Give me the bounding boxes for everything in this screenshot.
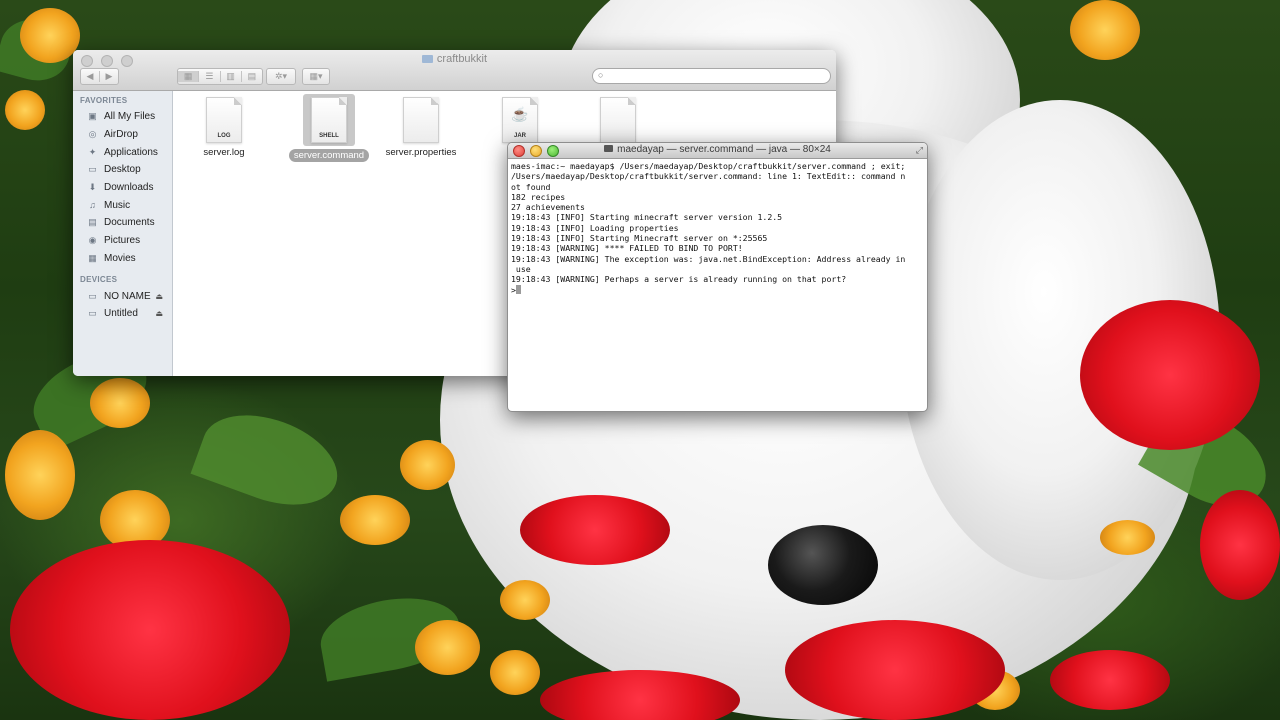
text-cursor (515, 284, 521, 294)
folder-icon (421, 55, 433, 63)
sidebar-item-desktop[interactable]: ▭ Desktop (73, 161, 172, 179)
wallpaper-flower (400, 440, 455, 490)
documents-icon: ▤ (88, 217, 97, 228)
back-forward-buttons[interactable]: ◀ ▶ (80, 68, 119, 85)
window-title: craftbukkit (73, 53, 836, 65)
icon-view-icon[interactable]: ▦ (178, 71, 200, 82)
wallpaper-flower (1100, 520, 1155, 555)
sidebar-item-airdrop[interactable]: ◎ AirDrop (73, 126, 172, 144)
wallpaper-flower (5, 90, 45, 130)
terminal-line: maes-imac:~ maedayap$ /Users/maedayap/De… (511, 161, 906, 171)
terminal-line: 182 recipes (511, 191, 566, 202)
sidebar-item-documents[interactable]: ▤ Documents (73, 214, 172, 232)
sidebar-section-devices: DEVICES (80, 275, 118, 285)
file-item[interactable]: LOG server.log (179, 97, 269, 158)
window-title: maedayap — server.command — java — 80×24 (508, 144, 927, 155)
terminal-prompt-line[interactable]: > (511, 284, 924, 295)
wallpaper-flower (10, 540, 290, 720)
wallpaper-flower (20, 8, 80, 63)
jar-file-icon: ☕ JAR (502, 97, 538, 143)
wallpaper-flower (1070, 0, 1140, 60)
wallpaper-flower (415, 620, 480, 675)
sidebar-item-pictures[interactable]: ◉ Pictures (73, 232, 172, 250)
sidebar-item-downloads[interactable]: ⬇ Downloads (73, 179, 172, 197)
document-file-icon (600, 97, 636, 143)
wallpaper-flower (90, 378, 150, 428)
java-cup-icon: ☕ (511, 106, 529, 122)
drive-icon: ▭ (88, 308, 97, 319)
sidebar-item-no-name[interactable]: ▭ NO NAME ⏏ (73, 287, 172, 305)
log-file-icon: LOG (206, 97, 242, 143)
wallpaper-flower (1080, 300, 1260, 450)
terminal-line: 27 achievements (511, 202, 585, 213)
finder-sidebar: FAVORITES ▣ All My Files ◎ AirDrop ✦ Applic… (73, 91, 173, 376)
forward-arrow-icon[interactable]: ▶ (100, 71, 118, 82)
view-mode-buttons[interactable]: ▦ ☰ ▥ ▤ (177, 68, 263, 85)
eject-icon[interactable]: ⏏ (155, 309, 163, 318)
movies-icon: ▦ (88, 252, 97, 263)
document-file-icon (403, 97, 439, 143)
terminal-line: ot found (511, 181, 551, 192)
music-icon: ♫ (89, 200, 96, 211)
wallpaper-flower (520, 495, 670, 565)
terminal-line: 19:18:43 [INFO] Starting Minecraft serve… (511, 233, 768, 244)
wallpaper-flower (340, 495, 410, 545)
file-item[interactable]: server.properties (376, 97, 466, 158)
terminal-output[interactable]: maes-imac:~ maedayap$ /Users/maedayap/De… (508, 159, 927, 297)
pictures-icon: ◉ (88, 235, 97, 246)
search-field[interactable]: ○ (592, 68, 831, 84)
downloads-icon: ⬇ (88, 182, 97, 193)
sidebar-item-music[interactable]: ♫ Music (73, 196, 172, 214)
wallpaper-flower (1200, 490, 1280, 600)
desktop-icon: ▭ (88, 164, 97, 175)
column-view-icon[interactable]: ▥ (221, 71, 242, 82)
file-item[interactable] (573, 97, 663, 147)
wallpaper-flower (500, 580, 550, 620)
terminal-line: /Users/maedayap/Desktop/craftbukkit/serv… (511, 171, 906, 182)
sidebar-item-all-my-files[interactable]: ▣ All My Files (73, 108, 172, 126)
wallpaper-dog-nose (768, 525, 878, 605)
applications-icon: ✦ (88, 146, 97, 157)
eject-icon[interactable]: ⏏ (155, 292, 163, 301)
drive-icon: ▭ (88, 290, 97, 301)
action-gear-button[interactable]: ✲▾ (266, 68, 296, 85)
terminal-line: 19:18:43 [WARNING] The exception was: ja… (511, 253, 906, 264)
wallpaper-leaf (190, 398, 350, 522)
terminal-line: 19:18:43 [WARNING] Perhaps a server is a… (511, 274, 847, 285)
terminal-line: 19:18:43 [INFO] Starting minecraft serve… (511, 212, 783, 223)
sidebar-section-favorites: FAVORITES (80, 96, 128, 105)
arrange-grid-icon: ▦▾ (309, 71, 323, 81)
wallpaper-flower (1050, 650, 1170, 710)
file-item-selected[interactable]: SHELL server.command (284, 94, 374, 162)
terminal-titlebar[interactable]: maedayap — server.command — java — 80×24… (508, 143, 927, 159)
wallpaper-flower (490, 650, 540, 695)
search-icon: ○ (598, 70, 604, 80)
terminal-line: 19:18:43 [WARNING] **** FAILED TO BIND T… (511, 243, 743, 254)
fullscreen-icon[interactable]: ⤢ (916, 145, 923, 156)
shell-icon (604, 145, 614, 152)
arrange-button[interactable]: ▦▾ (302, 68, 330, 85)
terminal-window[interactable]: maedayap — server.command — java — 80×24… (507, 142, 928, 412)
back-arrow-icon[interactable]: ◀ (81, 71, 100, 82)
sidebar-item-movies[interactable]: ▦ Movies (73, 250, 172, 268)
terminal-line: use (511, 263, 531, 274)
finder-titlebar[interactable]: craftbukkit ◀ ▶ ▦ ☰ ▥ ▤ ✲▾ ▦▾ ○ (73, 50, 836, 91)
airdrop-icon: ◎ (88, 129, 97, 140)
terminal-line: 19:18:43 [INFO] Loading properties (511, 222, 679, 233)
wallpaper-flower (5, 430, 75, 520)
all-files-icon: ▣ (88, 111, 97, 122)
wallpaper-flower (785, 620, 1005, 720)
shell-file-icon: SHELL (311, 97, 347, 143)
gear-icon: ✲▾ (274, 71, 288, 81)
sidebar-item-untitled[interactable]: ▭ Untitled ⏏ (73, 305, 172, 323)
coverflow-view-icon[interactable]: ▤ (242, 71, 262, 82)
list-view-icon[interactable]: ☰ (199, 71, 221, 82)
sidebar-item-applications[interactable]: ✦ Applications (73, 143, 172, 161)
